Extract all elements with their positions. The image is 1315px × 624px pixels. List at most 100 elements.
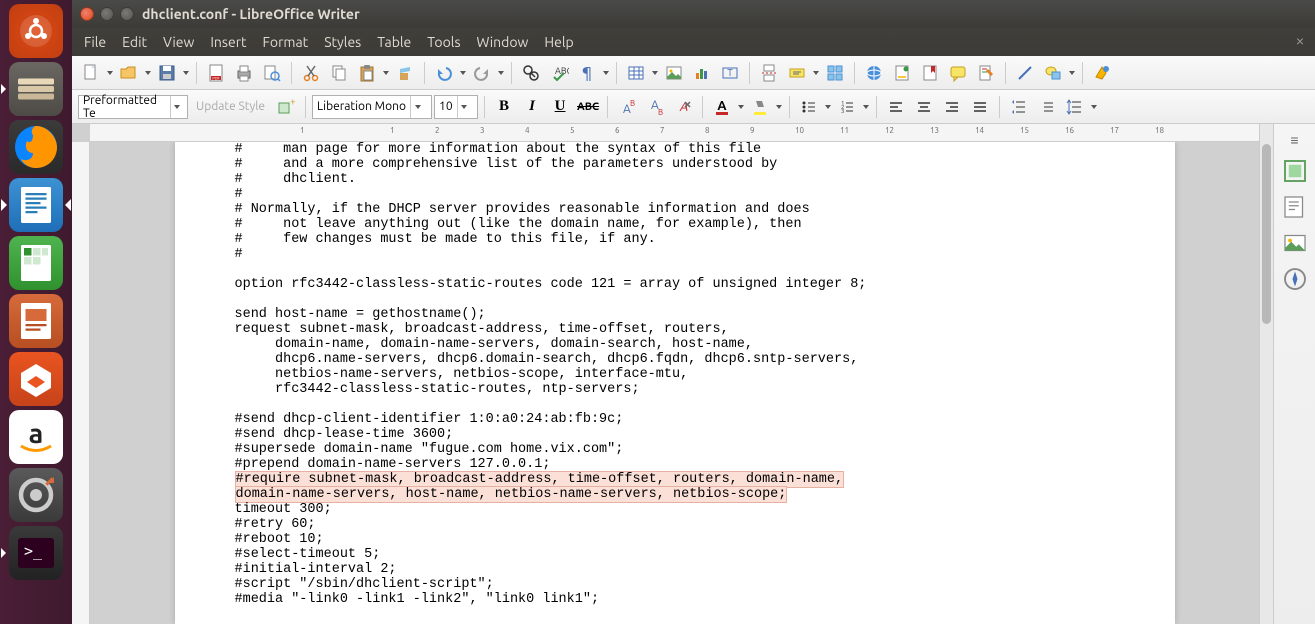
launcher-files[interactable] xyxy=(9,62,63,116)
basic-shapes-dropdown[interactable] xyxy=(1068,71,1076,75)
highlight-color-dropdown[interactable] xyxy=(775,105,783,109)
menu-help[interactable]: Help xyxy=(536,30,581,54)
window-maximize-button[interactable] xyxy=(120,7,134,21)
window-close-button[interactable] xyxy=(80,7,94,21)
align-left-button[interactable] xyxy=(883,94,909,120)
track-changes-button[interactable] xyxy=(973,60,999,86)
sidebar-gallery-button[interactable] xyxy=(1280,228,1310,258)
menu-format[interactable]: Format xyxy=(255,30,317,54)
new-document-button[interactable] xyxy=(78,60,104,86)
font-name-dropdown[interactable] xyxy=(410,96,424,118)
sidebar-styles-button[interactable] xyxy=(1280,192,1310,222)
launcher-dash[interactable] xyxy=(9,4,63,58)
document-text[interactable]: # man page for more information about th… xyxy=(235,142,1115,607)
menu-table[interactable]: Table xyxy=(369,30,419,54)
sidebar-navigator-button[interactable] xyxy=(1280,264,1310,294)
underline-button[interactable]: U xyxy=(547,94,573,120)
insert-special-char-button[interactable] xyxy=(822,60,848,86)
basic-shapes-button[interactable] xyxy=(1040,60,1066,86)
launcher-writer[interactable] xyxy=(9,178,63,232)
insert-table-dropdown[interactable] xyxy=(651,71,659,75)
paste-button[interactable] xyxy=(354,60,380,86)
launcher-impress[interactable] xyxy=(9,294,63,348)
bold-button[interactable]: B xyxy=(491,94,517,120)
clear-formatting-button[interactable]: A xyxy=(670,94,696,120)
line-spacing-button[interactable] xyxy=(1062,94,1088,120)
menu-styles[interactable]: Styles xyxy=(316,30,369,54)
redo-dropdown[interactable] xyxy=(497,71,505,75)
launcher-terminal[interactable]: >_ xyxy=(9,526,63,580)
launcher-settings[interactable] xyxy=(9,468,63,522)
menu-window[interactable]: Window xyxy=(469,30,537,54)
spellcheck-button[interactable]: ABC xyxy=(546,60,572,86)
menu-view[interactable]: View xyxy=(155,30,202,54)
strikethrough-button[interactable]: ABC xyxy=(575,94,601,120)
highlight-color-button[interactable] xyxy=(747,94,773,120)
font-size-dropdown[interactable] xyxy=(457,96,471,118)
sidebar-properties-button[interactable] xyxy=(1280,156,1310,186)
update-style-button[interactable]: Update Style xyxy=(190,100,271,113)
decrease-spacing-button[interactable] xyxy=(1034,94,1060,120)
superscript-button[interactable]: AB xyxy=(614,94,640,120)
copy-button[interactable] xyxy=(326,60,352,86)
align-justify-button[interactable] xyxy=(967,94,993,120)
font-color-button[interactable]: A xyxy=(709,94,735,120)
open-button[interactable] xyxy=(116,60,142,86)
insert-pagebreak-button[interactable] xyxy=(756,60,782,86)
save-dropdown[interactable] xyxy=(182,71,190,75)
menu-insert[interactable]: Insert xyxy=(202,30,254,54)
undo-button[interactable] xyxy=(431,60,457,86)
number-list-dropdown[interactable] xyxy=(862,105,870,109)
export-pdf-button[interactable]: PDF xyxy=(203,60,229,86)
align-center-button[interactable] xyxy=(911,94,937,120)
insert-textbox-button[interactable]: T xyxy=(717,60,743,86)
launcher-calc[interactable] xyxy=(9,236,63,290)
cut-button[interactable] xyxy=(298,60,324,86)
print-button[interactable] xyxy=(231,60,257,86)
menu-tools[interactable]: Tools xyxy=(419,30,468,54)
number-list-button[interactable]: 123 xyxy=(834,94,860,120)
insert-comment-button[interactable] xyxy=(945,60,971,86)
font-name-combo[interactable]: Liberation Mono xyxy=(312,95,432,119)
insert-field-dropdown[interactable] xyxy=(812,71,820,75)
insert-line-button[interactable] xyxy=(1012,60,1038,86)
scrollbar-thumb[interactable] xyxy=(1262,144,1271,324)
line-spacing-dropdown[interactable] xyxy=(1090,105,1098,109)
increase-spacing-button[interactable] xyxy=(1006,94,1032,120)
menu-edit[interactable]: Edit xyxy=(114,30,155,54)
horizontal-ruler[interactable]: 1 1 2 3 4 5 6 7 8 9 10 11 12 13 14 15 16… xyxy=(90,124,1259,142)
insert-footnote-button[interactable] xyxy=(889,60,915,86)
open-dropdown[interactable] xyxy=(144,71,152,75)
close-document-button[interactable]: × xyxy=(1291,32,1309,50)
insert-table-button[interactable] xyxy=(623,60,649,86)
italic-button[interactable]: I xyxy=(519,94,545,120)
undo-dropdown[interactable] xyxy=(459,71,467,75)
redo-button[interactable] xyxy=(469,60,495,86)
window-minimize-button[interactable] xyxy=(100,7,114,21)
launcher-firefox[interactable] xyxy=(9,120,63,174)
formatting-marks-dropdown[interactable] xyxy=(602,71,610,75)
launcher-amazon[interactable]: a xyxy=(9,410,63,464)
insert-bookmark-button[interactable] xyxy=(917,60,943,86)
document-scroll[interactable]: # man page for more information about th… xyxy=(72,142,1259,624)
find-replace-button[interactable] xyxy=(518,60,544,86)
show-draw-functions-button[interactable] xyxy=(1089,60,1115,86)
vertical-scrollbar[interactable] xyxy=(1259,124,1273,624)
clone-formatting-button[interactable] xyxy=(392,60,418,86)
font-size-combo[interactable]: 10 xyxy=(434,95,478,119)
formatting-marks-button[interactable]: ¶ xyxy=(574,60,600,86)
paragraph-style-combo[interactable]: Preformatted Te xyxy=(78,95,188,119)
insert-hyperlink-button[interactable] xyxy=(861,60,887,86)
sidebar-settings-icon[interactable]: ≡ xyxy=(1274,130,1315,150)
save-button[interactable] xyxy=(154,60,180,86)
launcher-software[interactable] xyxy=(9,352,63,406)
paste-dropdown[interactable] xyxy=(382,71,390,75)
insert-field-button[interactable] xyxy=(784,60,810,86)
insert-chart-button[interactable] xyxy=(689,60,715,86)
bullet-list-dropdown[interactable] xyxy=(824,105,832,109)
new-style-button[interactable]: + xyxy=(273,94,299,120)
new-document-dropdown[interactable] xyxy=(106,71,114,75)
print-preview-button[interactable] xyxy=(259,60,285,86)
align-right-button[interactable] xyxy=(939,94,965,120)
document-page[interactable]: # man page for more information about th… xyxy=(175,142,1175,624)
